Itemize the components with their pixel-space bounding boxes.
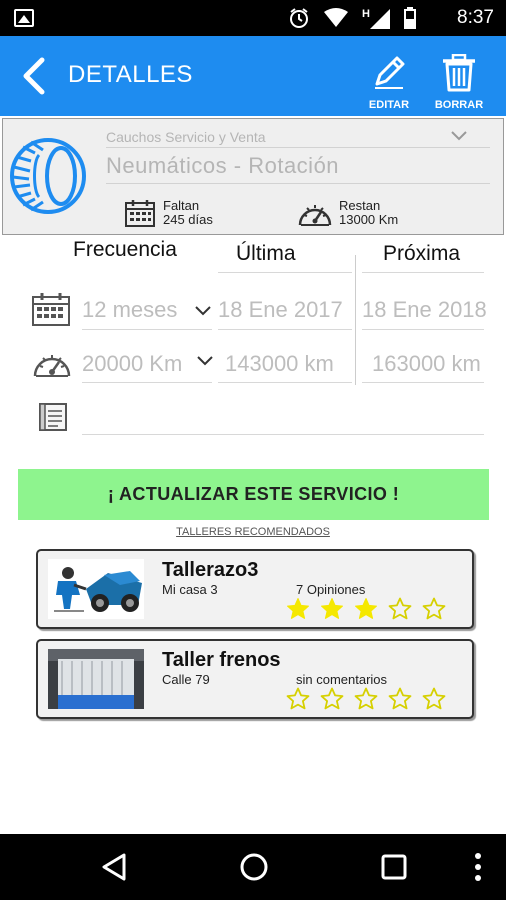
star-filled-icon	[355, 598, 377, 619]
nav-recents-icon[interactable]	[381, 854, 407, 880]
days-remaining-value: 245 días	[163, 212, 213, 227]
km-frequency-underline	[82, 382, 212, 383]
pencil-icon	[375, 56, 405, 89]
km-last-underline	[218, 382, 352, 383]
edit-button[interactable]: EDITAR	[359, 54, 419, 111]
shop-rating	[286, 687, 446, 711]
category-underline	[106, 147, 490, 148]
km-remaining: Restan 13000 Km	[339, 199, 398, 227]
screen: H 8:37 DETALLES EDITAR BORRAR Cauchos Se…	[0, 0, 506, 900]
km-remaining-label: Restan	[339, 198, 381, 213]
km-last-field[interactable]: 143000 km	[225, 351, 334, 377]
garage-thumbnail	[48, 649, 144, 709]
time-last-underline	[218, 329, 352, 330]
next-header: Próxima	[383, 242, 461, 265]
chevron-down-icon[interactable]	[194, 304, 212, 318]
star-filled-icon	[287, 598, 309, 619]
time-frequency-select[interactable]: 12 meses	[82, 297, 177, 323]
shop-name: Tallerazo3	[162, 559, 259, 581]
trash-icon	[443, 53, 475, 92]
service-category: Cauchos Servicio y Venta	[106, 129, 266, 145]
recommended-shops-label: TALLERES RECOMENDADOS	[176, 526, 330, 538]
star-empty-icon	[422, 597, 446, 620]
notes-underline	[82, 434, 484, 435]
next-header-underline	[362, 272, 484, 273]
km-next-underline	[362, 382, 484, 383]
navigation-bar	[0, 834, 506, 900]
service-name: Neumáticos - Rotación	[106, 153, 340, 178]
column-divider	[355, 255, 356, 385]
update-service-button[interactable]: ¡ ACTUALIZAR ESTE SERVICIO !	[18, 469, 489, 520]
shop-card-taller-frenos[interactable]: Taller frenos Calle 79 sin comentarios	[36, 639, 474, 719]
edit-label: EDITAR	[368, 99, 410, 111]
chevron-down-icon[interactable]	[449, 127, 469, 143]
time-next-value: 18 Ene 2018	[362, 297, 487, 322]
calendar-icon	[32, 293, 70, 326]
shop-address: Mi casa 3	[162, 582, 218, 597]
last-header: Última	[236, 242, 296, 265]
star-empty-icon	[320, 687, 344, 710]
service-card: Cauchos Servicio y Venta Neumáticos - Ro…	[2, 118, 504, 235]
wifi-icon	[324, 8, 348, 27]
recommended-shops-title: TALLERES RECOMENDADOS	[0, 526, 506, 538]
alarm-icon	[290, 8, 308, 28]
page-title: DETALLES	[68, 61, 193, 88]
km-next-value: 163000 km	[372, 351, 481, 376]
name-underline	[106, 183, 490, 184]
nav-menu-icon[interactable]	[474, 852, 482, 882]
delete-button[interactable]: BORRAR	[429, 53, 489, 111]
calendar-icon	[125, 200, 155, 227]
shop-name: Taller frenos	[162, 649, 281, 671]
chevron-down-icon[interactable]	[196, 354, 214, 368]
tire-icon	[10, 138, 86, 214]
shop-card-tallerazo3[interactable]: Tallerazo3 Mi casa 3 7 Opiniones	[36, 549, 474, 629]
shop-opinions: 7 Opiniones	[296, 582, 366, 597]
km-frequency-select[interactable]: 20000 Km	[82, 351, 182, 377]
km-remaining-value: 13000 Km	[339, 212, 399, 227]
h-signal-icon: H	[362, 8, 390, 29]
status-icons: H	[288, 7, 416, 29]
status-bar: H 8:37	[0, 0, 506, 36]
shop-rating	[286, 597, 446, 621]
clock: 8:37	[457, 7, 494, 28]
speedometer-icon	[298, 205, 332, 226]
last-header-underline	[218, 272, 352, 273]
time-last-field[interactable]: 18 Ene 2017	[218, 297, 343, 323]
days-remaining-label: Faltan	[163, 198, 200, 213]
mechanic-thumbnail	[48, 559, 144, 619]
notes-icon	[39, 403, 67, 431]
star-empty-icon	[354, 687, 378, 710]
star-empty-icon	[388, 687, 412, 710]
time-next-underline	[362, 329, 484, 330]
star-empty-icon	[286, 687, 310, 710]
back-arrow-icon[interactable]	[18, 56, 50, 96]
shop-opinions: sin comentarios	[296, 672, 388, 687]
star-filled-icon	[321, 598, 343, 619]
frequency-header: Frecuencia	[73, 238, 177, 261]
battery-icon	[404, 7, 416, 29]
image-icon	[14, 9, 34, 27]
app-bar: DETALLES EDITAR BORRAR	[0, 36, 506, 116]
time-frequency-underline	[82, 329, 212, 330]
delete-label: BORRAR	[434, 99, 484, 111]
star-empty-icon	[422, 687, 446, 710]
nav-home-icon[interactable]	[239, 852, 269, 882]
svg-text:H: H	[362, 8, 370, 20]
days-remaining: Faltan 245 días	[163, 199, 213, 227]
shop-address: Calle 79	[162, 672, 210, 687]
nav-back-icon[interactable]	[100, 852, 128, 882]
star-empty-icon	[388, 597, 412, 620]
speedometer-icon	[33, 355, 71, 377]
